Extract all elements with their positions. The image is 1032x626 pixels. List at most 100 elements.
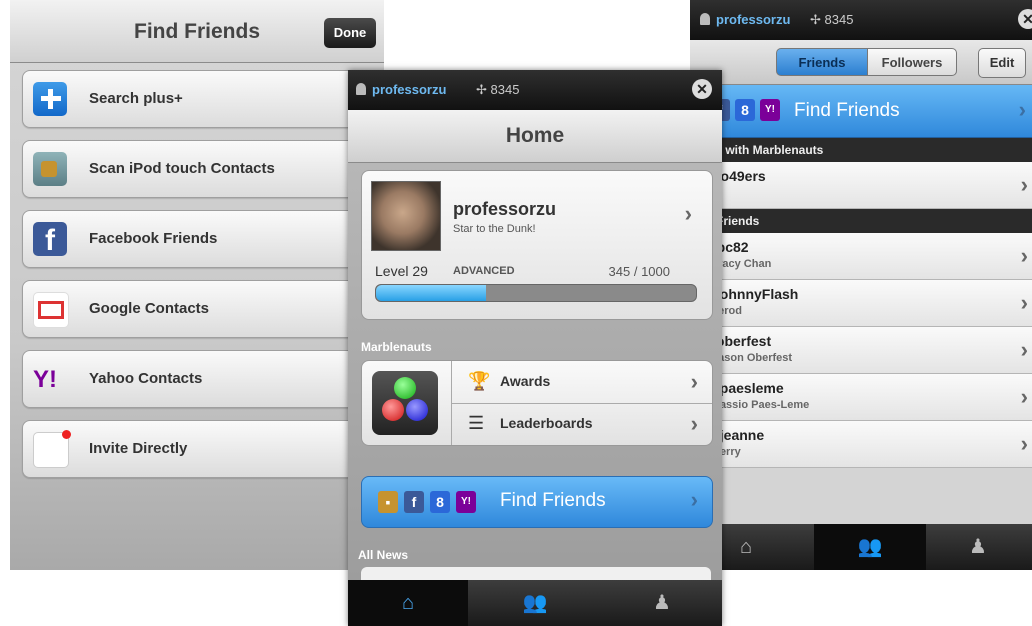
find-friends-label: Find Friends [794, 100, 900, 121]
row-label: Yahoo Contacts [89, 370, 203, 387]
chevron-right-icon: › [1020, 172, 1028, 197]
done-button[interactable]: Done [324, 18, 376, 48]
scan-contacts-row[interactable]: Scan iPod touch Contacts [22, 140, 384, 198]
profile-icon[interactable]: ♟ [922, 524, 1032, 570]
yahoo-contacts-row[interactable]: Yahoo Contacts [22, 350, 384, 408]
list-item[interactable]: kjeanne Kerry › [690, 421, 1032, 468]
section-header: ends with Marblenauts [690, 138, 1032, 162]
profile-card[interactable]: professorzu Star to the Dunk! › Level 29… [361, 170, 713, 320]
search-plus-icon [33, 82, 67, 116]
xp-progress-bar [375, 284, 697, 302]
tab-followers[interactable]: Followers [867, 48, 957, 76]
username-link[interactable]: professorzu [356, 82, 446, 97]
section-header: All News [358, 548, 409, 562]
profile-icon[interactable]: ♟ [602, 580, 722, 626]
friend-fullname: Jason Oberfest [712, 352, 793, 364]
friends-icon[interactable]: 👥 [814, 524, 926, 570]
row-label: Leaderboards [500, 415, 593, 431]
row-label: Search plus+ [89, 90, 183, 107]
marble-icon [394, 377, 416, 399]
find-friends-button[interactable]: f 8 Y! Find Friends › [690, 85, 1032, 138]
segment-bar: Friends Followers Edit [690, 40, 1032, 85]
invite-directly-row[interactable]: Invite Directly [22, 420, 384, 478]
friends-icon[interactable]: 👥 [475, 580, 595, 626]
chevron-right-icon: › [690, 411, 698, 436]
chevron-right-icon: › [1020, 337, 1028, 362]
find-friends-navbar: Find Friends Done [10, 0, 384, 63]
rank-label: ADVANCED [453, 265, 515, 277]
chevron-right-icon: › [1020, 384, 1028, 409]
chevron-right-icon: › [1020, 431, 1028, 456]
row-label: Google Contacts [89, 300, 210, 317]
chevron-right-icon: › [1020, 243, 1028, 268]
username-label: professorzu [716, 12, 791, 27]
google-icon: 8 [735, 99, 755, 121]
find-friends-button[interactable]: ▪ f 8 Y! Find Friends › [361, 476, 713, 528]
google-icon: 8 [430, 491, 450, 513]
list-item[interactable]: cpaesleme Cassio Paes-Leme › [690, 374, 1032, 421]
facebook-friends-row[interactable]: Facebook Friends [22, 210, 384, 268]
facebook-icon: f [404, 491, 424, 513]
game-card: 🏆 Awards › ☰ Leaderboards › [361, 360, 713, 446]
chevron-right-icon: › [690, 369, 698, 394]
user-icon [356, 83, 366, 95]
facebook-icon [33, 222, 67, 258]
awards-row[interactable]: 🏆 Awards › [452, 361, 712, 404]
trophy-icon: 🏆 [468, 371, 491, 391]
list-item[interactable]: JohnnyFlash Jerod › [690, 280, 1032, 327]
avatar [371, 181, 441, 251]
profile-tagline: Star to the Dunk! [453, 223, 536, 235]
tab-bar: ⌂ 👥 ♟ [348, 580, 722, 626]
section-header: Marblenauts [361, 340, 432, 354]
close-icon[interactable]: ✕ [692, 79, 712, 99]
find-friends-list: Search plus+ Scan iPod touch Contacts Fa… [22, 70, 384, 490]
mail-icon [33, 430, 71, 468]
level-label: Level 29 [375, 263, 428, 279]
chevron-right-icon: › [684, 201, 692, 226]
yahoo-icon: Y! [760, 99, 780, 121]
top-bar: professorzu ✢ 8345 ✕ [690, 0, 1032, 40]
friends-screen: professorzu ✢ 8345 ✕ Friends Followers E… [690, 0, 1032, 570]
edit-button[interactable]: Edit [978, 48, 1026, 78]
home-navbar: Home [348, 110, 722, 163]
close-icon[interactable]: ✕ [1018, 9, 1032, 29]
find-friends-label: Find Friends [500, 490, 606, 511]
yahoo-icon: Y! [456, 491, 476, 513]
list-item[interactable]: go49ers › [690, 162, 1032, 209]
username-label: professorzu [372, 82, 447, 97]
game-logo-icon [372, 371, 438, 435]
friend-name: cpaesleme [712, 380, 784, 396]
contacts-icon [33, 152, 67, 186]
row-label: Scan iPod touch Contacts [89, 160, 275, 177]
row-label: Facebook Friends [89, 230, 218, 247]
leaderboards-row[interactable]: ☰ Leaderboards › [452, 403, 712, 445]
chevron-right-icon: › [1020, 290, 1028, 315]
chevron-right-icon: › [690, 487, 698, 512]
list-item[interactable]: joberfest Jason Oberfest › [690, 327, 1032, 374]
contacts-icon: ▪ [378, 491, 398, 513]
marble-icon [382, 399, 404, 421]
gmail-icon [33, 292, 69, 328]
username-link[interactable]: professorzu [700, 12, 790, 27]
chevron-right-icon: › [1018, 97, 1026, 122]
points-value: 8345 [824, 12, 854, 27]
row-label: Invite Directly [89, 440, 188, 457]
friend-name: JohnnyFlash [712, 286, 799, 302]
row-label: Awards [500, 373, 551, 389]
profile-username: professorzu [453, 199, 557, 219]
xp-label: 345 / 1000 [608, 264, 670, 279]
section-header: her Friends [690, 209, 1032, 233]
user-icon [700, 13, 710, 25]
points-counter: ✢ 8345 [476, 82, 520, 97]
marble-icon [406, 399, 428, 421]
find-friends-screen: Find Friends Done Search plus+ Scan iPod… [10, 0, 384, 570]
tab-bar: ⌂ 👥 ♟ [690, 524, 1032, 570]
google-contacts-row[interactable]: Google Contacts [22, 280, 384, 338]
list-item[interactable]: tpc82 Tracy Chan › [690, 233, 1032, 280]
points-counter: ✢ 8345 [810, 12, 854, 27]
page-title: Home [505, 124, 565, 147]
home-icon[interactable]: ⌂ [348, 580, 468, 626]
search-plus-row[interactable]: Search plus+ [22, 70, 384, 128]
top-bar: professorzu ✢ 8345 ✕ [348, 70, 722, 110]
tab-friends[interactable]: Friends [776, 48, 868, 76]
